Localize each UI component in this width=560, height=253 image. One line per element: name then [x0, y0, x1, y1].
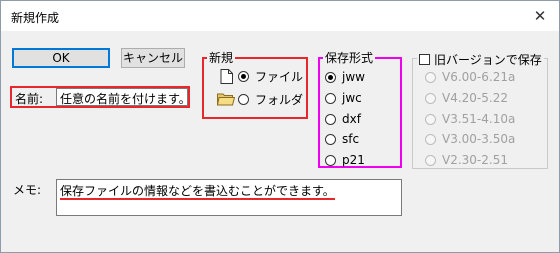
old-version-option[interactable]: V4.20-5.22	[425, 90, 508, 106]
old-version-option-label: V2.30-2.51	[442, 153, 508, 167]
old-version-radio[interactable]	[425, 92, 436, 104]
title-bar: 新規作成 ✕	[1, 1, 559, 31]
format-radio[interactable]	[325, 113, 336, 125]
old-version-radio[interactable]	[425, 154, 436, 166]
format-option-p21[interactable]: p21	[325, 152, 365, 168]
old-version-radio[interactable]	[425, 133, 436, 145]
file-radio[interactable]	[238, 70, 249, 82]
memo-field[interactable]: 保存ファイルの情報などを書込むことができます。	[56, 179, 402, 216]
new-type-group	[202, 57, 308, 119]
file-icon	[220, 69, 233, 84]
window-title: 新規作成	[11, 11, 60, 25]
format-option-dxf[interactable]: dxf	[325, 111, 361, 127]
old-version-radio[interactable]	[425, 113, 436, 125]
new-type-option-file[interactable]: ファイル	[238, 68, 303, 84]
memo-text: 保存ファイルの情報などを書込むことができます。	[60, 184, 335, 200]
new-type-group-title: 新規	[207, 49, 236, 66]
old-version-option-label: V3.00-3.50a	[442, 132, 516, 146]
old-version-option[interactable]: V3.00-3.50a	[425, 131, 515, 147]
file-option-label: ファイル	[255, 69, 304, 84]
format-option-label: dxf	[342, 112, 361, 126]
close-icon[interactable]: ✕	[529, 5, 551, 27]
folder-icon	[217, 93, 235, 106]
new-type-option-folder[interactable]: フォルダ	[238, 91, 303, 107]
old-version-option-label: V4.20-5.22	[442, 91, 508, 105]
old-version-option[interactable]: V6.00-6.21a	[425, 69, 515, 85]
format-option-label: jwc	[342, 91, 362, 105]
format-radio[interactable]	[325, 92, 336, 104]
format-option-label: p21	[342, 153, 365, 167]
name-field[interactable]: 任意の名前を付けます。	[56, 88, 188, 106]
format-option-label: jww	[342, 70, 365, 84]
format-radio[interactable]	[325, 71, 336, 83]
old-version-checkbox-row[interactable]: 旧バージョンで保存	[417, 51, 544, 68]
new-file-dialog: 新規作成 ✕ OK キャンセル 名前: 任意の名前を付けます。 新規 ファイル …	[0, 0, 560, 253]
memo-label: メモ:	[13, 183, 42, 197]
old-version-radio[interactable]	[425, 71, 436, 83]
folder-radio[interactable]	[238, 93, 249, 105]
save-format-group-title: 保存形式	[323, 49, 376, 66]
name-label: 名前:	[15, 92, 44, 106]
ok-button[interactable]: OK	[12, 48, 110, 68]
format-option-label: sfc	[342, 132, 360, 146]
old-version-option[interactable]: V3.51-4.10a	[425, 111, 515, 127]
folder-option-label: フォルダ	[255, 92, 304, 107]
old-version-checkbox[interactable]	[419, 54, 430, 65]
old-version-checkbox-label: 旧バージョンで保存	[434, 53, 542, 67]
old-version-option-label: V6.00-6.21a	[442, 70, 516, 84]
format-option-jww[interactable]: jww	[325, 69, 365, 85]
format-radio[interactable]	[325, 154, 336, 166]
old-version-option-label: V3.51-4.10a	[442, 112, 516, 126]
format-radio[interactable]	[325, 133, 336, 145]
old-version-option[interactable]: V2.30-2.51	[425, 152, 508, 168]
format-option-jwc[interactable]: jwc	[325, 90, 362, 106]
cancel-button[interactable]: キャンセル	[121, 48, 185, 68]
format-option-sfc[interactable]: sfc	[325, 131, 359, 147]
